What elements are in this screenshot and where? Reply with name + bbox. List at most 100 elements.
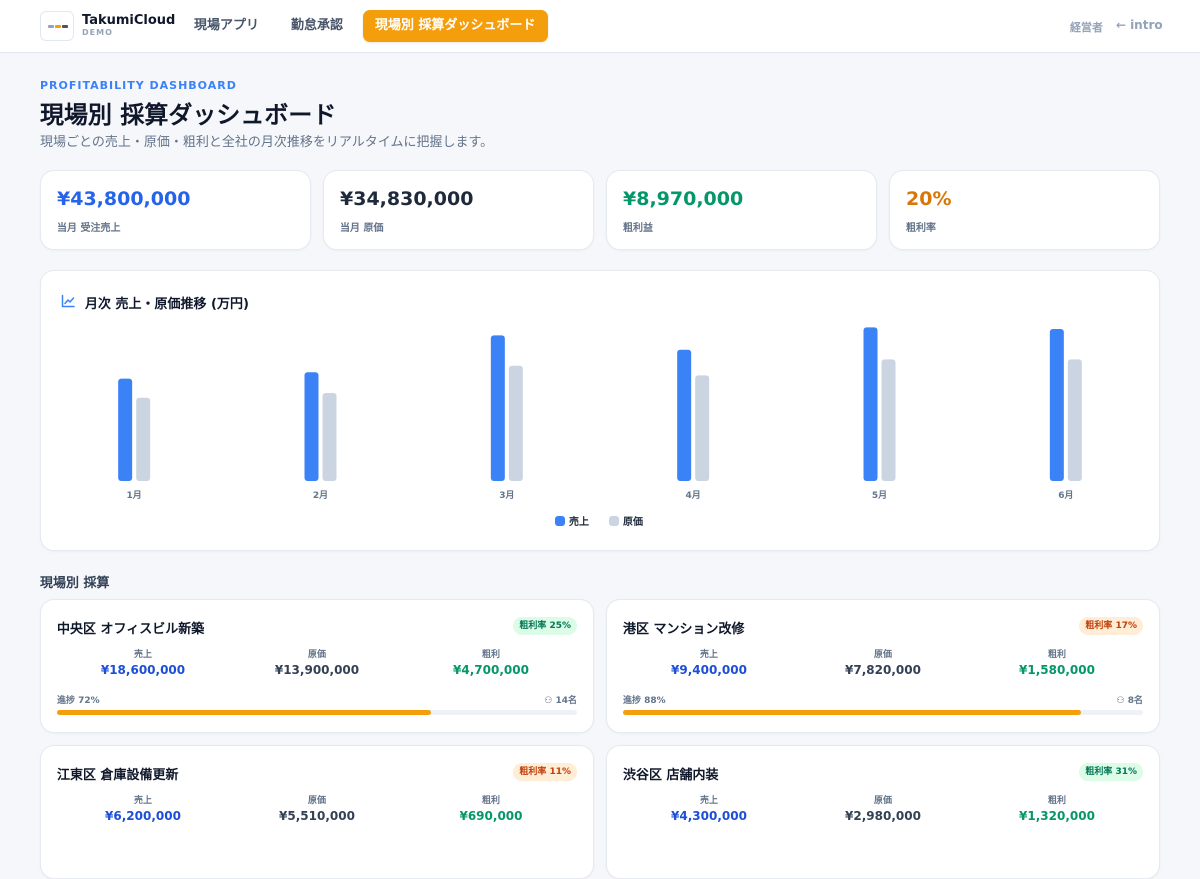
sales-value: ¥4,300,000	[671, 809, 747, 823]
margin-badge: 粗利率 11%	[513, 763, 577, 781]
kpi-label: 当月 原価	[340, 223, 384, 234]
page-title: 現場別 採算ダッシュボード	[40, 101, 337, 129]
x-tick-label: 3月	[499, 490, 514, 501]
page-eyebrow: PROFITABILITY DASHBOARD	[40, 79, 237, 92]
sales-value: ¥6,200,000	[105, 809, 181, 823]
back-to-intro-link[interactable]: ← intro	[1116, 18, 1163, 32]
x-tick-label: 2月	[313, 490, 328, 501]
sales-value: ¥9,400,000	[671, 663, 747, 677]
profit-value: ¥1,580,000	[1019, 663, 1095, 677]
page-subtitle: 現場ごとの売上・原価・粗利と全社の月次推移をリアルタイムに把握します。	[40, 135, 494, 150]
bar-cost-3[interactable]	[508, 365, 523, 481]
legend-swatch-cost	[609, 516, 619, 526]
margin-badge: 粗利率 25%	[513, 617, 577, 635]
kpi-value: ¥34,830,000	[340, 188, 474, 210]
site-name: 江東区 倉庫設備更新	[57, 768, 179, 783]
profit-label: 粗利	[481, 650, 500, 660]
site-card[interactable]: 渋谷区 店舗内装 粗利率 31% 売上 ¥4,300,000 原価 ¥2,980,0…	[606, 745, 1160, 879]
legend-label: 原価	[623, 517, 643, 528]
x-tick-label: 6月	[1058, 490, 1073, 501]
kpi-value: ¥43,800,000	[57, 188, 191, 210]
cost-value: ¥7,820,000	[845, 663, 921, 677]
progress-label: 進捗 72%	[57, 696, 100, 706]
kpi-label: 粗利益	[623, 223, 653, 234]
x-tick-label: 5月	[872, 490, 887, 501]
profit-label: 粗利	[481, 796, 500, 806]
monthly-bar-chart: 1月 2月 3月 4月 5月 6月	[118, 327, 1082, 501]
bar-cost-1[interactable]	[136, 397, 151, 481]
site-name: 中央区 オフィスビル新築	[57, 622, 205, 637]
bar-cost-4[interactable]	[695, 375, 710, 481]
cost-value: ¥13,900,000	[274, 663, 360, 677]
sales-value: ¥18,600,000	[100, 663, 186, 677]
x-tick-label: 4月	[686, 490, 701, 501]
legend-item-sales[interactable]: 売上	[555, 513, 589, 528]
crew-count-value: 8名	[1127, 696, 1143, 706]
kpi-value: ¥8,970,000	[623, 188, 744, 210]
top-bar: TakumiCloud DEMO 現場アプリ 勤怠承認 現場別 採算ダッシュボー…	[0, 0, 1200, 53]
cost-label: 原価	[873, 796, 892, 806]
crew-count: ⚇ 8名	[1117, 693, 1143, 706]
progress-bar	[623, 710, 1143, 715]
brand-logo-icon[interactable]	[40, 11, 74, 41]
site-card[interactable]: 中央区 オフィスビル新築 粗利率 25% 売上 ¥18,600,000 原価 ¥13…	[40, 599, 594, 733]
person-icon: ⚇	[1116, 696, 1125, 706]
bar-sales-4[interactable]	[677, 349, 692, 481]
margin-badge: 粗利率 17%	[1079, 617, 1143, 635]
site-name: 港区 マンション改修	[623, 622, 745, 637]
brand-name[interactable]: TakumiCloud	[82, 13, 175, 28]
sales-label: 売上	[133, 650, 152, 660]
crew-count-value: 14名	[555, 696, 577, 706]
sales-label: 売上	[133, 796, 152, 806]
site-name: 渋谷区 店舗内装	[623, 768, 719, 783]
kpi-card-sales: ¥43,800,000 当月 受注売上	[40, 170, 311, 250]
site-card[interactable]: 港区 マンション改修 粗利率 17% 売上 ¥9,400,000 原価 ¥7,820…	[606, 599, 1160, 733]
progress-fill	[57, 710, 432, 715]
bar-sales-3[interactable]	[490, 335, 505, 481]
arrow-left-icon: ←	[1116, 18, 1127, 32]
crew-count: ⚇ 14名	[544, 693, 577, 706]
bar-sales-2[interactable]	[304, 372, 319, 481]
profit-label: 粗利	[1047, 650, 1066, 660]
nav-attendance-approval[interactable]: 勤怠承認	[291, 10, 343, 42]
nav-genba-app[interactable]: 現場アプリ	[194, 10, 259, 42]
monthly-chart-card: 月次 売上・原価推移 (万円) 1月 2月 3月 4月 5月 6月 売上 原価	[40, 270, 1160, 551]
cost-value: ¥2,980,000	[845, 809, 921, 823]
legend-item-cost[interactable]: 原価	[609, 513, 643, 528]
kpi-card-gross-profit: ¥8,970,000 粗利益	[606, 170, 877, 250]
chart-title: 月次 売上・原価推移 (万円)	[85, 297, 249, 312]
bar-cost-5[interactable]	[881, 359, 896, 481]
brand-subtitle: DEMO	[82, 28, 113, 37]
legend-label: 売上	[569, 517, 589, 528]
bar-sales-6[interactable]	[1049, 329, 1064, 481]
cost-label: 原価	[307, 650, 326, 660]
user-role-label: 経営者	[1070, 21, 1103, 34]
back-link-label: intro	[1130, 18, 1163, 32]
kpi-card-margin: 20% 粗利率	[889, 170, 1160, 250]
person-icon: ⚇	[544, 696, 553, 706]
margin-badge: 粗利率 31%	[1079, 763, 1143, 781]
bar-cost-6[interactable]	[1067, 359, 1082, 481]
nav-profitability-dashboard[interactable]: 現場別 採算ダッシュボード	[363, 10, 548, 42]
profit-value: ¥1,320,000	[1019, 809, 1095, 823]
profit-value: ¥4,700,000	[453, 663, 529, 677]
bar-cost-2[interactable]	[322, 393, 337, 481]
kpi-label: 粗利率	[906, 223, 936, 234]
site-card[interactable]: 江東区 倉庫設備更新 粗利率 11% 売上 ¥6,200,000 原価 ¥5,510…	[40, 745, 594, 879]
sales-label: 売上	[699, 650, 718, 660]
cost-label: 原価	[307, 796, 326, 806]
progress-label: 進捗 88%	[623, 696, 666, 706]
kpi-card-cost: ¥34,830,000 当月 原価	[323, 170, 594, 250]
kpi-value: 20%	[906, 188, 952, 210]
cost-value: ¥5,510,000	[279, 809, 355, 823]
x-tick-label: 1月	[127, 490, 142, 501]
progress-fill	[623, 710, 1081, 715]
section-title: 現場別 採算	[40, 576, 110, 591]
kpi-label: 当月 受注売上	[57, 223, 121, 234]
line-chart-icon	[61, 294, 75, 308]
sales-label: 売上	[699, 796, 718, 806]
progress-bar	[57, 710, 577, 715]
bar-sales-5[interactable]	[863, 327, 878, 481]
cost-label: 原価	[873, 650, 892, 660]
bar-sales-1[interactable]	[118, 378, 133, 481]
